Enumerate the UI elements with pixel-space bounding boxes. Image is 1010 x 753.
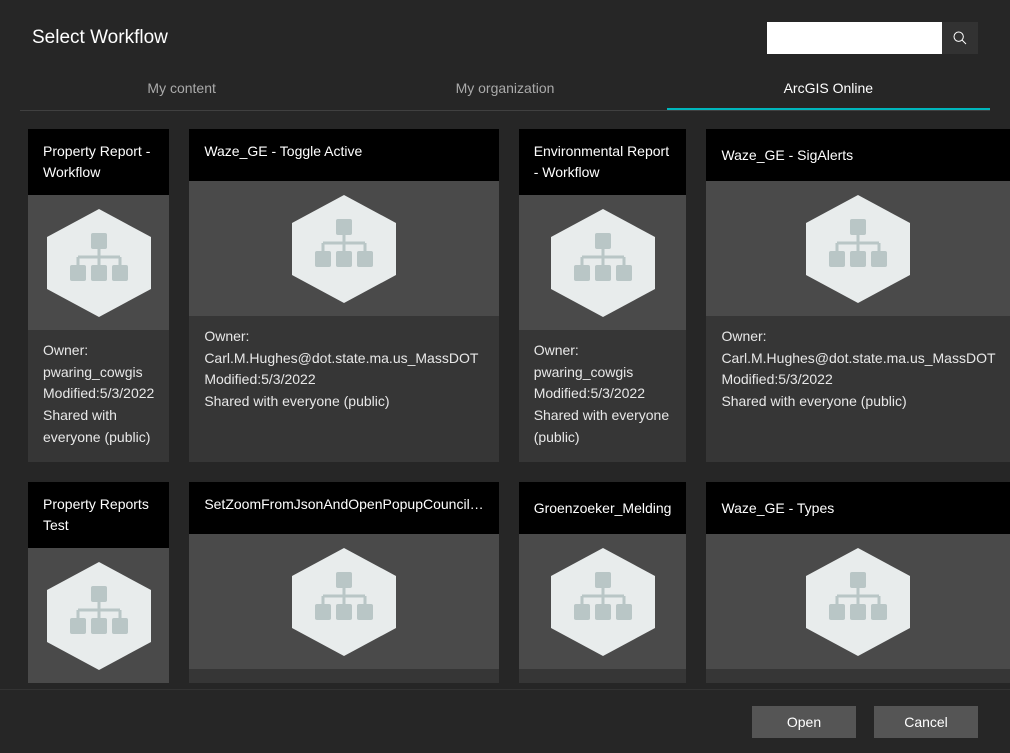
search-button[interactable] <box>942 22 978 54</box>
content-area[interactable]: Property Report - Workflow Owner: pwarin… <box>0 111 1010 689</box>
shared-line: Shared with everyone (public) <box>534 405 672 448</box>
workflow-icon <box>39 207 159 319</box>
workflow-card[interactable]: Property Report - Workflow Owner: pwarin… <box>28 129 169 462</box>
shared-line: Shared with everyone (public) <box>204 391 483 413</box>
card-title: SetZoomFromJsonAndOpenPopupCouncil… <box>189 482 498 534</box>
card-title: Environmental Report - Workflow <box>519 129 687 195</box>
card-thumbnail <box>706 534 1010 669</box>
workflow-icon <box>543 207 663 319</box>
workflow-card[interactable]: SetZoomFromJsonAndOpenPopupCouncil… <box>189 482 498 683</box>
card-thumbnail <box>189 181 498 316</box>
modified-line: Modified:5/3/2022 <box>204 369 483 391</box>
dialog-title: Select Workflow <box>32 27 168 49</box>
card-meta: Owner: Carl.M.Hughes@dot.state.ma.us_Mas… <box>189 316 498 427</box>
card-thumbnail <box>189 534 498 669</box>
card-meta: Owner: pwaring_cowgis Modified:5/3/2022 … <box>28 330 169 462</box>
card-title: Property Report - Workflow <box>28 129 169 195</box>
workflow-icon <box>284 546 404 658</box>
workflow-icon <box>543 546 663 658</box>
workflow-card[interactable]: Waze_GE - Types <box>706 482 1010 683</box>
workflow-card[interactable]: Property Reports Test <box>28 482 169 683</box>
workflow-card[interactable]: Environmental Report - Workflow Owner: p… <box>519 129 687 462</box>
modified-line: Modified:5/3/2022 <box>43 383 154 405</box>
card-title: Waze_GE - Types <box>706 482 1010 534</box>
workflow-icon <box>39 560 159 672</box>
owner-line: Owner: Carl.M.Hughes@dot.state.ma.us_Mas… <box>721 326 995 369</box>
open-button[interactable]: Open <box>752 706 856 738</box>
owner-line: Owner: pwaring_cowgis <box>534 340 672 383</box>
card-title: Waze_GE - SigAlerts <box>706 129 1010 181</box>
card-title: Groenzoeker_Melding <box>519 482 687 534</box>
search-input[interactable] <box>767 22 942 54</box>
card-thumbnail <box>519 534 687 669</box>
tab-my-content[interactable]: My content <box>20 68 343 110</box>
dialog-header: Select Workflow <box>0 0 1010 68</box>
card-thumbnail <box>519 195 687 330</box>
search-icon <box>952 30 968 46</box>
card-title: Waze_GE - Toggle Active <box>189 129 498 181</box>
card-thumbnail <box>28 548 169 683</box>
cancel-button[interactable]: Cancel <box>874 706 978 738</box>
tab-my-organization[interactable]: My organization <box>343 68 666 110</box>
tab-arcgis-online[interactable]: ArcGIS Online <box>667 68 990 110</box>
workflow-card[interactable]: Groenzoeker_Melding <box>519 482 687 683</box>
workflow-icon <box>798 193 918 305</box>
modified-line: Modified:5/3/2022 <box>721 369 995 391</box>
owner-line: Owner: pwaring_cowgis <box>43 340 154 383</box>
card-thumbnail <box>706 181 1010 316</box>
shared-line: Shared with everyone (public) <box>43 405 154 448</box>
card-meta: Owner: pwaring_cowgis Modified:5/3/2022 … <box>519 330 687 462</box>
workflow-grid: Property Report - Workflow Owner: pwarin… <box>28 129 982 683</box>
modified-line: Modified:5/3/2022 <box>534 383 672 405</box>
shared-line: Shared with everyone (public) <box>721 391 995 413</box>
card-title: Property Reports Test <box>28 482 169 548</box>
workflow-card[interactable]: Waze_GE - SigAlerts Owner: Carl.M.Hughes… <box>706 129 1010 462</box>
owner-line: Owner: Carl.M.Hughes@dot.state.ma.us_Mas… <box>204 326 483 369</box>
workflow-icon <box>798 546 918 658</box>
search-bar <box>767 22 978 54</box>
card-thumbnail <box>28 195 169 330</box>
card-meta: Owner: Carl.M.Hughes@dot.state.ma.us_Mas… <box>706 316 1010 427</box>
workflow-card[interactable]: Waze_GE - Toggle Active Owner: Carl.M.Hu… <box>189 129 498 462</box>
workflow-icon <box>284 193 404 305</box>
select-workflow-dialog: Select Workflow My content My organizati… <box>0 0 1010 753</box>
tabs: My content My organization ArcGIS Online <box>20 68 990 111</box>
dialog-footer: Open Cancel <box>0 689 1010 753</box>
